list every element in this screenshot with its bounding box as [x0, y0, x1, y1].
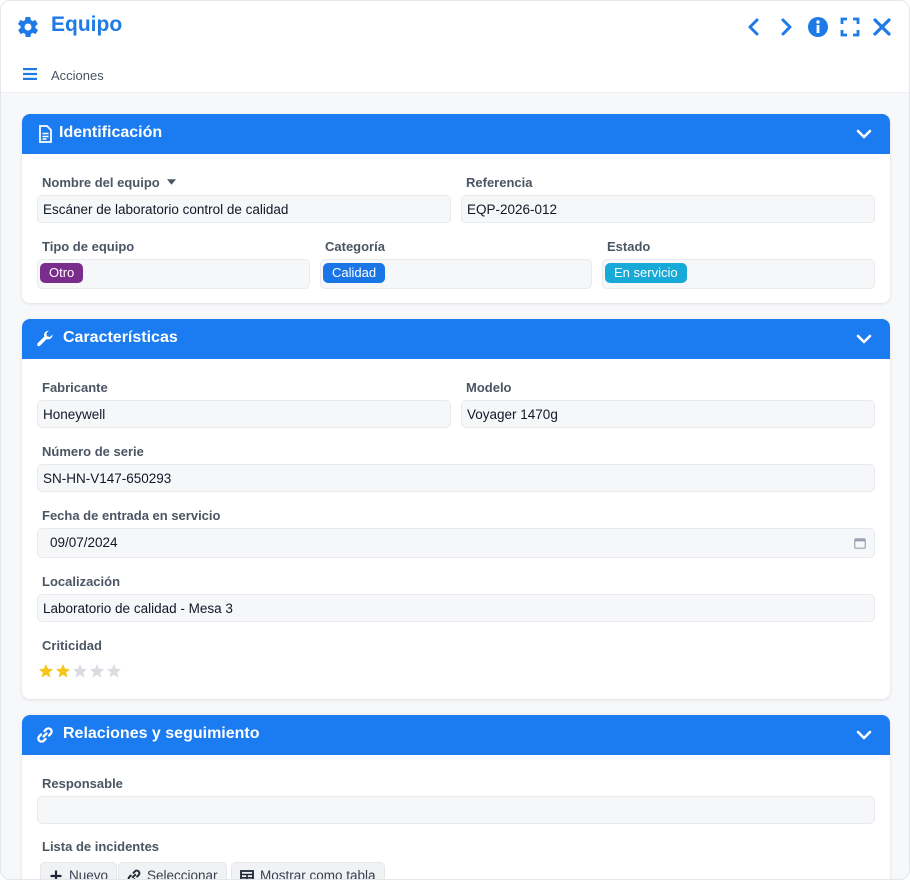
gear-icon [18, 17, 38, 37]
categoria-field[interactable]: Calidad [320, 259, 592, 289]
link-icon [37, 727, 53, 743]
identificacion-title: Identificación [59, 124, 163, 141]
star-empty-icon[interactable] [72, 663, 88, 679]
window-actions [743, 15, 893, 39]
relaciones-panel: Relaciones y seguimiento Responsable Lis… [22, 715, 890, 880]
fecha-field[interactable]: 09/07/2024 [37, 528, 875, 558]
incidentes-label: Lista de incidentes [42, 839, 160, 854]
table-icon [240, 870, 254, 879]
hamburger-menu-icon[interactable] [23, 68, 37, 80]
localizacion-field[interactable]: Laboratorio de calidad - Mesa 3 [37, 594, 875, 622]
nuevo-button-label: Nuevo [69, 868, 109, 880]
seleccionar-button-label: Seleccionar [147, 868, 218, 880]
modelo-label: Modelo [466, 380, 512, 395]
caracteristicas-title: Características [63, 329, 178, 346]
equipo-window: Equipo Acciones Identificación Nombre de… [0, 0, 910, 880]
referencia-field[interactable]: EQP-2026-012 [461, 195, 875, 223]
estado-label: Estado [607, 239, 651, 254]
plus-icon [50, 870, 62, 879]
nombre-field[interactable]: Escáner de laboratorio control de calida… [37, 195, 451, 223]
star-filled-icon[interactable] [55, 663, 71, 679]
criticidad-rating[interactable] [38, 663, 122, 679]
caracteristicas-panel: Características Fabricante Honeywell Mod… [22, 319, 890, 699]
info-icon[interactable] [807, 16, 829, 38]
actions-toolbar: Acciones [1, 57, 909, 93]
document-icon [39, 125, 52, 143]
estado-tag: En servicio [605, 263, 687, 283]
responsable-field[interactable] [37, 796, 875, 824]
caret-down-icon[interactable] [167, 179, 177, 185]
tipo-label: Tipo de equipo [42, 239, 135, 254]
calendar-icon[interactable] [854, 537, 866, 549]
fullscreen-icon[interactable] [839, 16, 861, 38]
actions-menu-label[interactable]: Acciones [51, 68, 104, 83]
identificacion-panel: Identificación Nombre del equipo Escáner… [22, 114, 890, 303]
star-empty-icon[interactable] [89, 663, 105, 679]
categoria-label: Categoría [325, 239, 385, 254]
identificacion-header[interactable]: Identificación [22, 114, 890, 154]
nombre-label: Nombre del equipo [42, 175, 177, 190]
chevron-left-icon[interactable] [743, 16, 765, 38]
referencia-label: Referencia [466, 175, 533, 190]
relaciones-header[interactable]: Relaciones y seguimiento [22, 715, 890, 755]
title-bar: Equipo [1, 1, 909, 57]
chevron-right-icon[interactable] [775, 16, 797, 38]
wrench-icon [37, 330, 53, 347]
chevron-down-icon[interactable] [856, 332, 872, 346]
mostrar-tabla-button-label: Mostrar como tabla [260, 868, 376, 880]
close-icon[interactable] [871, 16, 893, 38]
localizacion-label: Localización [42, 574, 121, 589]
nuevo-button[interactable]: Nuevo [40, 862, 118, 880]
criticidad-label: Criticidad [42, 638, 102, 653]
fecha-value: 09/07/2024 [50, 535, 118, 550]
tipo-field[interactable]: Otro [37, 259, 310, 289]
serie-field[interactable]: SN-HN-V147-650293 [37, 464, 875, 492]
caracteristicas-header[interactable]: Características [22, 319, 890, 359]
seleccionar-button[interactable]: Seleccionar [118, 862, 227, 880]
categoria-tag: Calidad [323, 263, 386, 283]
modelo-field[interactable]: Voyager 1470g [461, 400, 875, 428]
fabricante-label: Fabricante [42, 380, 108, 395]
estado-field[interactable]: En servicio [602, 259, 875, 289]
link-icon [127, 869, 141, 879]
fecha-label: Fecha de entrada en servicio [42, 508, 221, 523]
chevron-down-icon[interactable] [856, 728, 872, 742]
star-empty-icon[interactable] [106, 663, 122, 679]
tipo-tag: Otro [40, 263, 84, 283]
serie-label: Número de serie [42, 444, 144, 459]
relaciones-title: Relaciones y seguimiento [63, 725, 260, 742]
star-filled-icon[interactable] [38, 663, 54, 679]
mostrar-tabla-button[interactable]: Mostrar como tabla [231, 862, 385, 880]
responsable-label: Responsable [42, 776, 123, 791]
chevron-down-icon[interactable] [856, 127, 872, 141]
window-title: Equipo [51, 13, 123, 36]
nombre-label-text: Nombre del equipo [42, 175, 160, 190]
fabricante-field[interactable]: Honeywell [37, 400, 451, 428]
